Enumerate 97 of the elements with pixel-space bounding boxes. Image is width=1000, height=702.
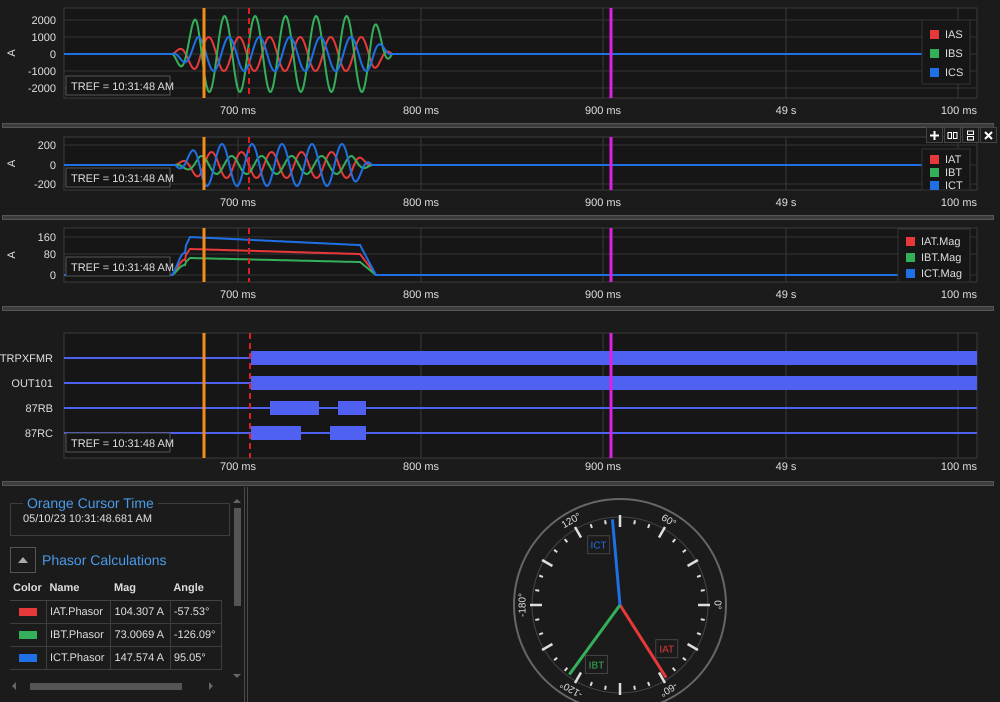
table-cell: ICT.Phasor bbox=[46, 646, 111, 670]
marker-line bbox=[248, 137, 250, 190]
vector-label-box bbox=[584, 654, 608, 674]
columns-icon bbox=[947, 130, 958, 140]
x-tick-label: 100 ms bbox=[940, 289, 977, 300]
column-header: Color bbox=[10, 578, 46, 600]
vector-label: IAT bbox=[659, 644, 674, 656]
y-tick-label: 2000 bbox=[32, 15, 56, 27]
plus-icon bbox=[929, 130, 940, 140]
table-cell: -57.53° bbox=[170, 600, 222, 624]
angle-label: 120° bbox=[560, 511, 584, 532]
angle-label: -180° bbox=[518, 593, 529, 617]
table-cell: IAT.Phasor bbox=[46, 600, 111, 624]
x-tick-label: 49 s bbox=[776, 105, 796, 117]
close-button[interactable] bbox=[980, 127, 997, 143]
time-reference: TREF = 10:31:48 AM bbox=[66, 432, 174, 452]
legend-label: IAT bbox=[945, 154, 962, 166]
x-tick-label: 800 ms bbox=[402, 461, 440, 473]
close-icon bbox=[983, 130, 994, 140]
y-tick-label: 0 bbox=[50, 160, 56, 172]
channel-label: TRPXFMR bbox=[0, 353, 53, 365]
legend-label: ICT bbox=[945, 180, 963, 192]
x-tick-label: 900 ms bbox=[584, 461, 622, 473]
cursor-time-value: 05/10/23 10:31:48.681 AM bbox=[23, 513, 154, 525]
column-header: Angle bbox=[170, 578, 222, 600]
legend-label: IAS bbox=[945, 29, 963, 41]
x-tick-label: 800 ms bbox=[402, 105, 440, 117]
x-tick-label: 100 ms bbox=[940, 105, 977, 117]
x-tick-label: 700 ms bbox=[220, 461, 256, 473]
table-cell: IBT.Phasor bbox=[46, 624, 111, 646]
table-cell: 73.0069 A bbox=[110, 624, 170, 646]
y-tick-label: 160 bbox=[38, 232, 56, 244]
section-title: Phasor Calculations bbox=[42, 552, 167, 568]
x-tick-label: 900 ms bbox=[584, 105, 622, 117]
x-tick-label: 800 ms bbox=[402, 289, 440, 300]
add-button[interactable] bbox=[926, 127, 943, 143]
y-tick-label: -2000 bbox=[28, 83, 56, 95]
table-cell: 95.05° bbox=[170, 646, 222, 670]
x-tick-label: 900 ms bbox=[584, 197, 622, 209]
legend-label: ICT.Mag bbox=[921, 268, 962, 280]
legend-label: ICS bbox=[945, 67, 964, 79]
x-tick-label: 100 ms bbox=[940, 461, 977, 473]
y-axis-label: A bbox=[6, 251, 18, 259]
channel-label: 87RC bbox=[24, 428, 53, 440]
y-tick-label: -1000 bbox=[28, 66, 56, 78]
marker-line bbox=[248, 228, 250, 282]
expand-toggle[interactable] bbox=[10, 547, 36, 573]
vector-label: IBT bbox=[588, 660, 604, 672]
rows-icon bbox=[965, 130, 976, 140]
vector-label-box bbox=[587, 535, 610, 554]
table-cell: 104.307 A bbox=[110, 600, 170, 624]
y-tick-label: 0 bbox=[50, 49, 56, 61]
channel-label: OUT101 bbox=[11, 378, 53, 390]
legend-label: IBT bbox=[945, 167, 962, 179]
group-title: Orange Cursor Time bbox=[26, 495, 155, 511]
y-tick-label: 0 bbox=[50, 270, 56, 282]
scroll-right-icon[interactable] bbox=[207, 682, 215, 690]
channel-label: 87RB bbox=[25, 403, 53, 415]
x-tick-label: 49 s bbox=[776, 289, 796, 300]
x-tick-label: 800 ms bbox=[402, 197, 440, 209]
y-axis-label: A bbox=[6, 160, 18, 168]
y-tick-label: 80 bbox=[44, 249, 56, 261]
x-tick-label: 900 ms bbox=[584, 289, 622, 300]
column-header: Name bbox=[46, 578, 111, 600]
time-reference: TREF = 10:31:48 AM bbox=[66, 168, 174, 188]
scrollbar-thumb[interactable] bbox=[234, 508, 240, 606]
scrollbar-thumb[interactable] bbox=[30, 682, 182, 690]
scroll-up-icon[interactable] bbox=[233, 497, 241, 505]
vector-label: ICT bbox=[590, 540, 607, 552]
table-cell: 147.574 A bbox=[110, 646, 170, 670]
scroll-left-icon[interactable] bbox=[10, 682, 18, 690]
table-cell: -126.09° bbox=[170, 624, 222, 646]
time-reference: TREF = 10:31:48 AM bbox=[66, 256, 174, 276]
y-tick-label: 200 bbox=[38, 140, 56, 152]
angle-label: -120° bbox=[558, 678, 585, 700]
legend-label: IAT.Mag bbox=[921, 236, 961, 248]
split-columns-button[interactable] bbox=[944, 127, 961, 143]
x-tick-label: 49 s bbox=[776, 197, 796, 209]
legend-label: IBS bbox=[945, 48, 963, 60]
angle-label: 0° bbox=[711, 600, 722, 610]
column-header: Mag bbox=[110, 578, 170, 600]
scroll-down-icon[interactable] bbox=[233, 672, 241, 680]
angle-label: 60° bbox=[659, 512, 678, 530]
x-tick-label: 700 ms bbox=[220, 289, 256, 300]
angle-label: -60° bbox=[658, 680, 680, 698]
legend-label: IBT.Mag bbox=[921, 252, 962, 264]
x-tick-label: 700 ms bbox=[220, 105, 256, 117]
split-rows-button[interactable] bbox=[962, 127, 979, 143]
x-tick-label: 700 ms bbox=[220, 197, 256, 209]
vector-label-box bbox=[655, 639, 678, 658]
x-tick-label: 49 s bbox=[776, 461, 796, 473]
y-axis-label: A bbox=[6, 49, 18, 57]
y-tick-label: -200 bbox=[34, 179, 56, 191]
time-reference: TREF = 10:31:48 AM bbox=[66, 76, 174, 96]
y-tick-label: 1000 bbox=[32, 32, 56, 44]
caret-icon bbox=[18, 557, 28, 563]
x-tick-label: 100 ms bbox=[940, 197, 977, 209]
